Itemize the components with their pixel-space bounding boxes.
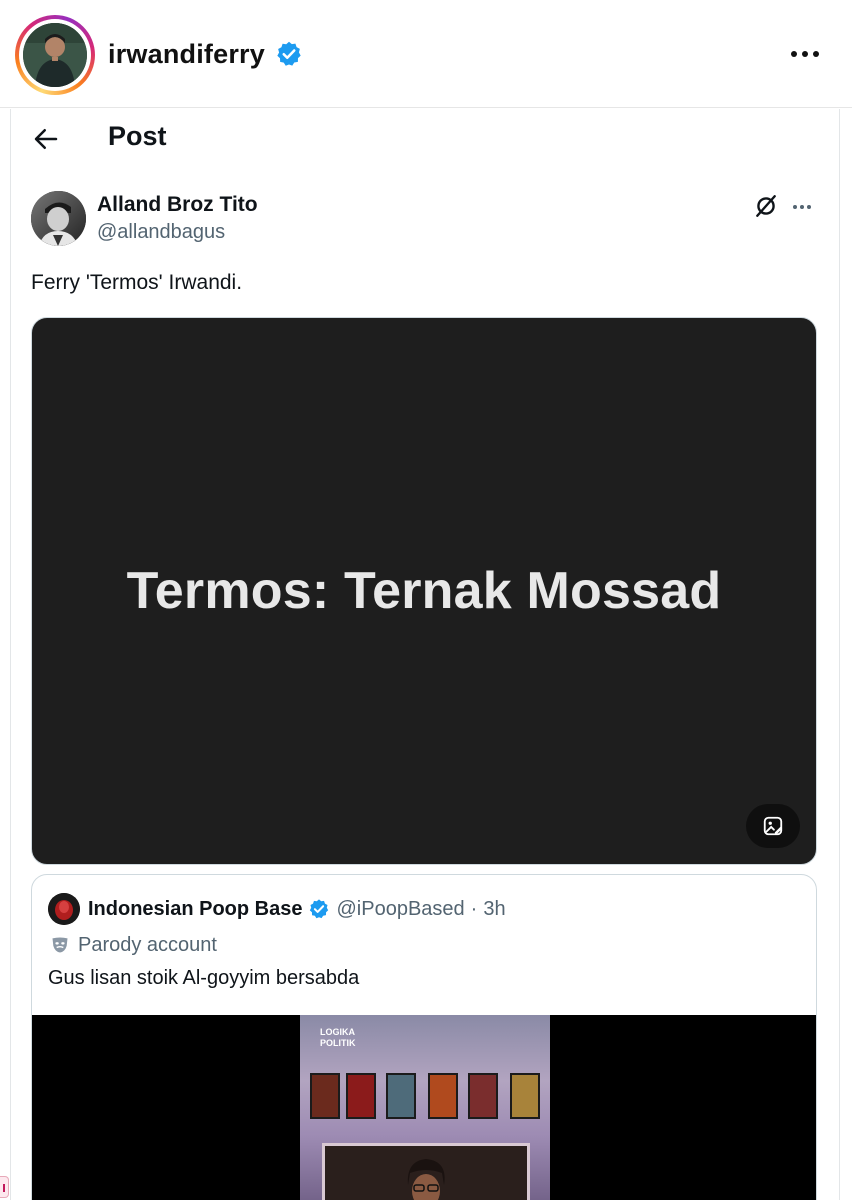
quoted-author-name[interactable]: Indonesian Poop Base <box>88 898 302 921</box>
quoted-post-text: Gus lisan stoik Al-goyyim bersabda <box>48 967 360 989</box>
author-avatar[interactable] <box>31 191 86 246</box>
post-more-button[interactable] <box>793 203 815 211</box>
more-horizontal-icon <box>791 51 797 57</box>
back-button[interactable] <box>31 124 61 154</box>
side-edge-tab <box>0 1176 9 1198</box>
post-screenshot: Post Alland Broz Tito @allandbagus Ferry… <box>10 109 840 1200</box>
parody-label: Parody account <box>78 933 217 956</box>
post-top-bar: Post <box>11 109 839 169</box>
profile-username[interactable]: irwandiferry <box>108 39 265 70</box>
video-person <box>407 1159 445 1200</box>
profile-username-row: irwandiferry <box>108 36 303 72</box>
author-name[interactable]: Alland Broz Tito <box>97 193 258 217</box>
profile-avatar[interactable] <box>23 23 87 87</box>
grok-icon <box>756 195 776 217</box>
quoted-post-video[interactable]: LOGIKA POLITIK <box>32 1015 816 1200</box>
arrow-left-icon <box>34 129 58 149</box>
verified-badge-icon <box>275 40 303 68</box>
page-title: Post <box>108 121 167 151</box>
more-options-button[interactable] <box>785 44 825 64</box>
separator-dot: · <box>470 897 478 920</box>
quoted-author-avatar[interactable] <box>48 893 80 925</box>
post-media-image[interactable]: Termos: Ternak Mossad <box>31 317 817 865</box>
profile-story-ring[interactable] <box>15 15 95 95</box>
image-alt-button[interactable] <box>746 804 800 848</box>
more-horizontal-icon <box>793 205 797 209</box>
quoted-author-handle[interactable]: @iPoopBased <box>336 898 464 921</box>
media-caption: Termos: Ternak Mossad <box>126 562 722 620</box>
post-text: Ferry 'Termos' Irwandi. <box>31 271 243 294</box>
image-alt-icon <box>763 816 783 836</box>
instagram-header: irwandiferry <box>0 0 852 108</box>
video-thumbnail: LOGIKA POLITIK <box>300 1015 550 1200</box>
author-handle[interactable]: @allandbagus <box>97 221 225 244</box>
quoted-author-line: Indonesian Poop Base @iPoopBased · 3h <box>88 895 506 923</box>
parody-label-row: Parody account <box>50 931 217 959</box>
verified-badge-icon <box>308 898 330 920</box>
theater-mask-icon <box>52 937 68 953</box>
grok-button[interactable] <box>753 193 779 219</box>
video-logo: LOGIKA POLITIK <box>320 1027 356 1048</box>
quoted-post[interactable]: Indonesian Poop Base @iPoopBased · 3h Pa… <box>31 874 817 1200</box>
quoted-post-time[interactable]: 3h <box>483 898 505 921</box>
